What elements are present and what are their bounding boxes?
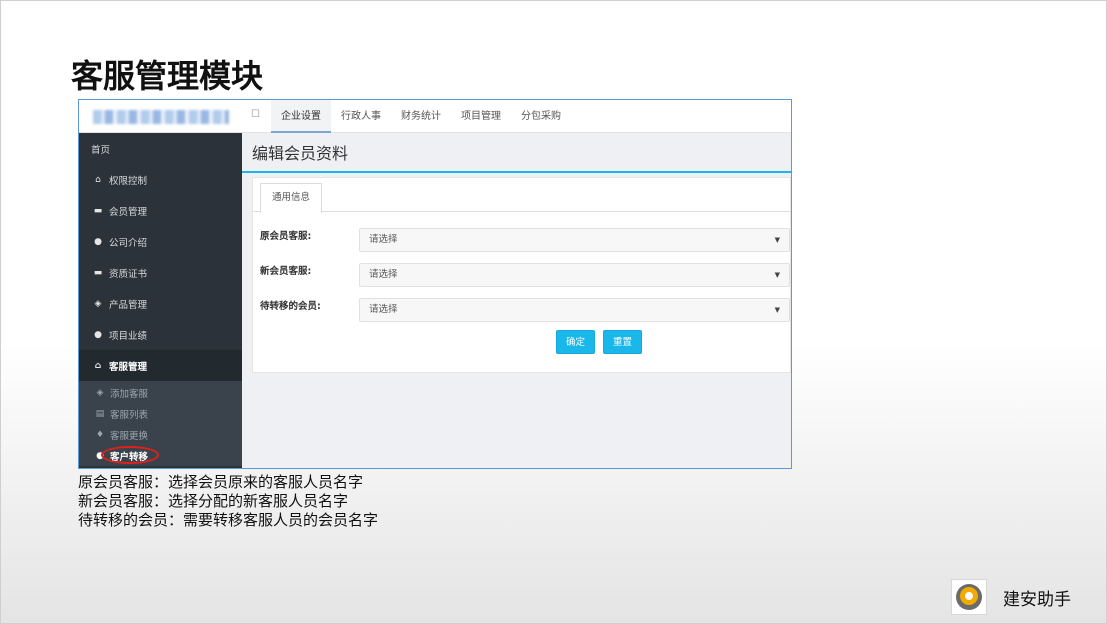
blurred-logo [93, 110, 229, 124]
form-panel: 通用信息 原会员客服: 请选择 ▼ 新会员客服: 请选择 ▼ 待转移的会员: 请… [252, 177, 791, 373]
tab-bar: 通用信息 [253, 178, 790, 213]
sidebar-item-label: 会员管理 [109, 206, 148, 218]
nav-tab-finance[interactable]: 财务统计 [391, 100, 451, 133]
sidebar-item-products[interactable]: ◈ 产品管理 [79, 288, 242, 319]
nav-tab-subcontract[interactable]: 分包采购 [511, 100, 571, 133]
sidebar-item-permissions[interactable]: ⌂ 权限控制 [79, 164, 242, 195]
caret-down-icon: ▼ [774, 236, 780, 244]
original-service-label: 原会员客服: [260, 231, 312, 242]
sidebar-item-label: 公司介绍 [109, 237, 148, 249]
sidebar-submenu: ◈ 添加客服 ▤ 客服列表 ♦ 客服更换 ● 客户转移 [79, 381, 242, 466]
tag-icon: ◈ [94, 298, 102, 309]
app-screenshot: ☐ 企业设置 行政人事 财务统计 项目管理 分包采购 首页 ⌂ 权限控制 ▬ 会… [78, 99, 792, 469]
sidebar-item-company[interactable]: ● 公司介绍 [79, 226, 242, 257]
tab-general-info[interactable]: 通用信息 [260, 183, 323, 213]
sidebar-subitem-label: 添加客服 [110, 388, 149, 400]
note-line: 待转移的会员：需要转移客服人员的会员名字 [78, 511, 379, 529]
note-line: 原会员客服：选择会员原来的客服人员名字 [78, 473, 364, 491]
nav-tab-enterprise-settings[interactable]: 企业设置 [271, 100, 331, 133]
sidebar-item-certificates[interactable]: ▬ 资质证书 [79, 257, 242, 288]
caret-down-icon: ▼ [774, 271, 780, 279]
brand-name: 建安助手 [1003, 589, 1071, 610]
lightbulb-icon: ● [94, 329, 102, 340]
top-nav: 企业设置 行政人事 财务统计 项目管理 分包采购 [271, 100, 571, 133]
nav-tab-admin-hr[interactable]: 行政人事 [331, 100, 391, 133]
sidebar-item-home[interactable]: 首页 [79, 133, 242, 164]
nav-tab-projects[interactable]: 项目管理 [451, 100, 511, 133]
sidebar-item-label: 产品管理 [109, 299, 148, 311]
brand-logo-icon [951, 579, 987, 615]
tag-icon: ◈ [96, 387, 104, 398]
sidebar-item-members[interactable]: ▬ 会员管理 [79, 195, 242, 226]
sidebar-item-label: 资质证书 [109, 268, 148, 280]
highlight-circle [101, 446, 159, 464]
new-service-select[interactable]: 请选择 ▼ [359, 263, 790, 287]
main-content: 编辑会员资料 通用信息 原会员客服: 请选择 ▼ 新会员客服: 请选择 ▼ 待转… [242, 133, 791, 468]
confirm-button[interactable]: 确定 [556, 330, 596, 354]
comment-icon: ▬ [93, 267, 103, 278]
sidebar: 首页 ⌂ 权限控制 ▬ 会员管理 ● 公司介绍 ▬ 资质证书 ◈ 产品管理 ● … [79, 133, 242, 468]
new-service-label: 新会员客服: [260, 266, 312, 277]
home-icon: ⌂ [94, 360, 102, 371]
form-row-original-service: 原会员客服: 请选择 ▼ [260, 228, 790, 252]
sidebar-subitem-customer-transfer[interactable]: ● 客户转移 [79, 445, 242, 466]
original-service-select[interactable]: 请选择 ▼ [359, 228, 790, 252]
slide-notes: 原会员客服：选择会员原来的客服人员名字 新会员客服：选择分配的新客服人员名字 待… [78, 473, 378, 530]
sidebar-subitem-service-list[interactable]: ▤ 客服列表 [79, 403, 242, 424]
sidebar-item-customer-service[interactable]: ⌂ 客服管理 [79, 350, 242, 381]
form-row-new-service: 新会员客服: 请选择 ▼ [260, 263, 790, 287]
lightbulb-icon: ● [94, 236, 102, 247]
square-menu-icon[interactable]: ☐ [251, 109, 260, 120]
sidebar-subitem-label: 客服更换 [110, 430, 149, 442]
select-value: 请选择 [369, 234, 398, 245]
caret-down-icon: ▼ [774, 306, 780, 314]
sidebar-subitem-service-change[interactable]: ♦ 客服更换 [79, 424, 242, 445]
home-icon: ⌂ [95, 174, 101, 185]
sidebar-item-projects[interactable]: ● 项目业绩 [79, 319, 242, 350]
members-to-transfer-select[interactable]: 请选择 ▼ [359, 298, 790, 322]
list-icon: ▤ [95, 408, 105, 419]
sidebar-subitem-label: 客服列表 [110, 409, 149, 421]
members-to-transfer-label: 待转移的会员: [260, 301, 321, 312]
page-title: 编辑会员资料 [242, 133, 791, 173]
note-line: 新会员客服：选择分配的新客服人员名字 [78, 492, 349, 510]
form-row-members-to-transfer: 待转移的会员: 请选择 ▼ [260, 298, 790, 322]
sidebar-item-label: 项目业绩 [109, 330, 148, 342]
brand: 建安助手 [951, 579, 1071, 615]
sidebar-item-label: 权限控制 [109, 175, 148, 187]
reset-button[interactable]: 重置 [603, 330, 643, 354]
top-navbar: ☐ 企业设置 行政人事 财务统计 项目管理 分包采购 [79, 100, 791, 133]
comment-icon: ▬ [93, 205, 103, 216]
slide-title: 客服管理模块 [71, 57, 264, 95]
select-value: 请选择 [369, 269, 398, 280]
sidebar-item-label: 客服管理 [109, 361, 148, 373]
flame-icon: ♦ [95, 429, 105, 440]
sidebar-subitem-add-service[interactable]: ◈ 添加客服 [79, 382, 242, 403]
select-value: 请选择 [369, 304, 398, 315]
